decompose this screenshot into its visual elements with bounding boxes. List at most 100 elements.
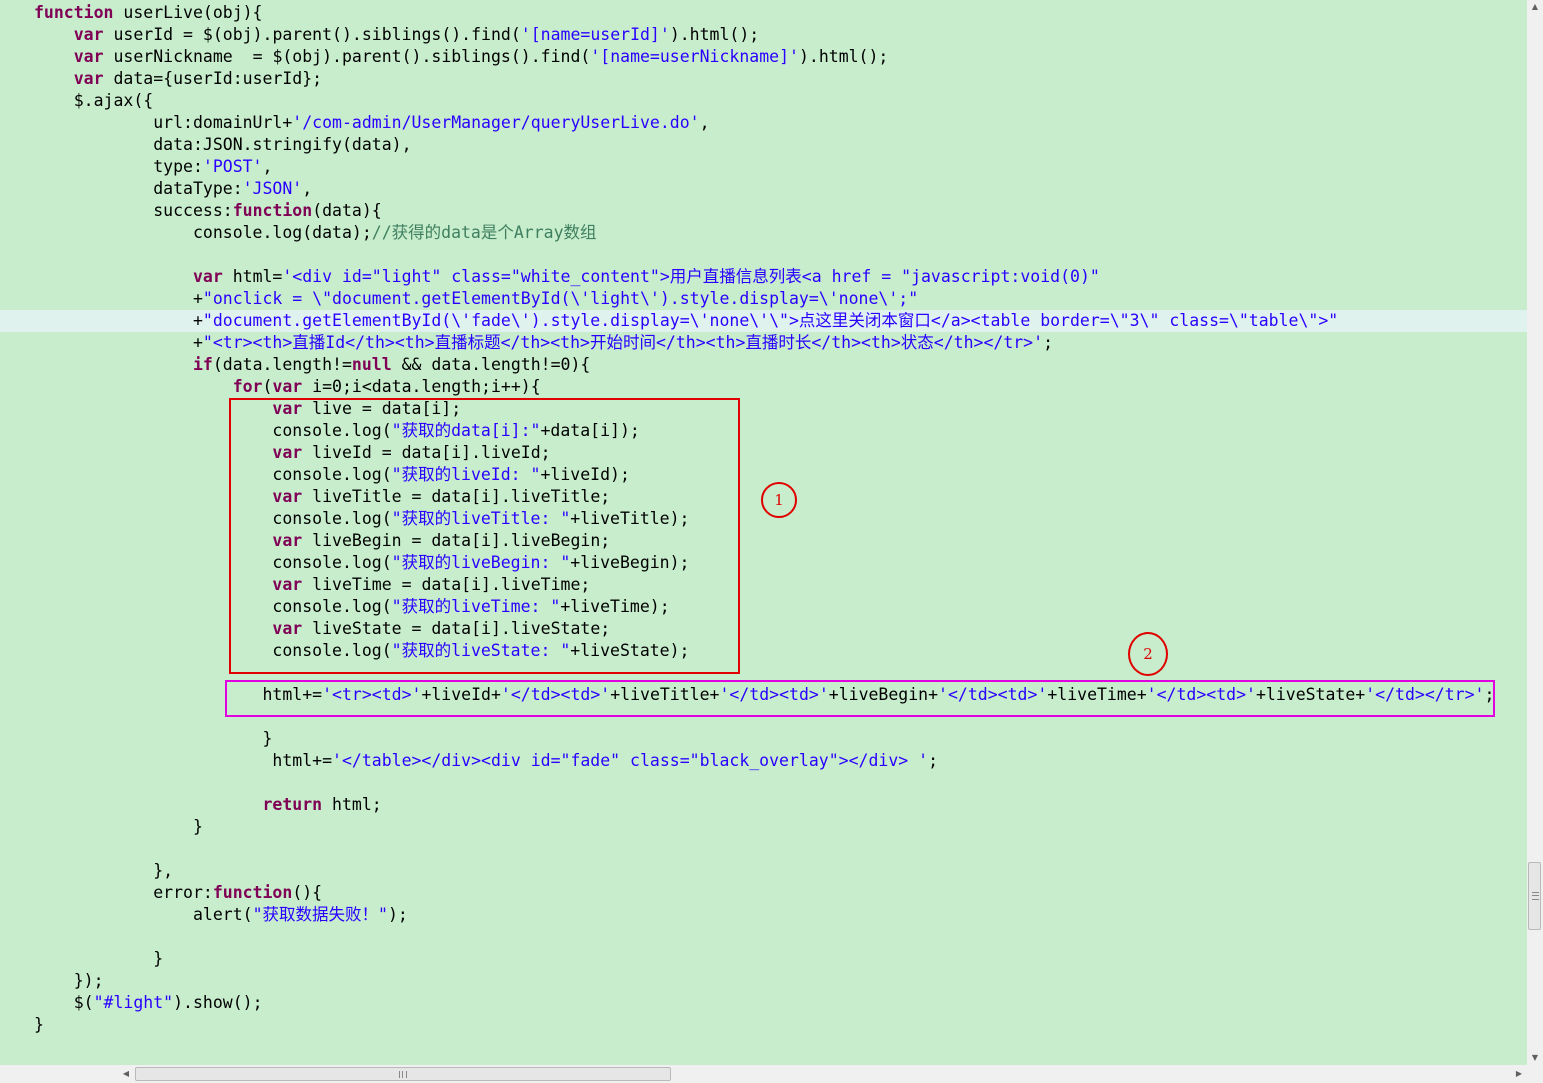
comment-token: //获得的data是个Array数组	[371, 223, 597, 242]
code-line[interactable]: }	[0, 948, 1527, 970]
vertical-scrollbar[interactable]: ▲ ▼	[1527, 0, 1543, 1065]
string-token: '</table></div><div id="fade" class="bla…	[332, 751, 929, 770]
string-token: "#light"	[93, 993, 174, 1012]
string-token: '[name=userId]'	[520, 25, 670, 44]
string-token: "<tr><th>直播Id</th><th>直播标题</th><th>开始时间<…	[202, 333, 1044, 352]
code-token: dataType:	[153, 179, 243, 198]
code-line[interactable]: data:JSON.stringify(data),	[0, 134, 1527, 156]
code-token: html=	[222, 267, 283, 286]
code-token: );	[387, 905, 408, 924]
scroll-left-icon[interactable]: ◀	[118, 1065, 134, 1083]
code-line[interactable]: +"<tr><th>直播Id</th><th>直播标题</th><th>开始时间…	[0, 332, 1527, 354]
code-line[interactable]: dataType:'JSON',	[0, 178, 1527, 200]
grip-icon	[399, 1071, 407, 1078]
scroll-up-icon[interactable]: ▲	[1527, 0, 1543, 14]
horizontal-scrollbar[interactable]: ◀ ▶	[0, 1065, 1527, 1083]
string-token: '<div id="light" class="white_content">用…	[282, 267, 1100, 286]
code-token: }	[192, 817, 203, 836]
code-line[interactable]: }	[0, 1014, 1527, 1036]
code-token: alert(	[192, 905, 253, 924]
code-line[interactable]: function userLive(obj){	[0, 2, 1527, 24]
code-line[interactable]: $.ajax({	[0, 90, 1527, 112]
code-line[interactable]: type:'POST',	[0, 156, 1527, 178]
code-line[interactable]: }	[0, 728, 1527, 750]
code-editor[interactable]: function userLive(obj){ var userId = $(o…	[0, 0, 1527, 1065]
code-line[interactable]: }	[0, 816, 1527, 838]
scrollbar-corner	[1527, 1065, 1543, 1083]
code-line[interactable]: error:function(){	[0, 882, 1527, 904]
code-token: userLive(obj){	[113, 3, 263, 22]
code-token: }	[153, 949, 164, 968]
scroll-down-icon[interactable]: ▼	[1527, 1051, 1543, 1065]
code-token: ,	[262, 157, 273, 176]
code-token: userNickname = $(obj).parent().siblings(…	[103, 47, 591, 66]
code-line[interactable]: return html;	[0, 794, 1527, 816]
code-line[interactable]: var html='<div id="light" class="white_c…	[0, 266, 1527, 288]
code-token: ;	[928, 751, 938, 770]
string-token: "onclick = \"document.getElementById(\'l…	[202, 289, 919, 308]
code-line[interactable]: success:function(data){	[0, 200, 1527, 222]
code-token: success:	[153, 201, 233, 220]
code-line[interactable]: if(data.length!=null && data.length!=0){	[0, 354, 1527, 376]
string-token: 'POST'	[202, 157, 263, 176]
code-line[interactable]	[0, 838, 1527, 860]
highlight-box-2	[225, 680, 1495, 717]
keyword-token: var	[192, 267, 223, 286]
code-line[interactable]: });	[0, 970, 1527, 992]
code-token: i=0;i<data.length;i++){	[302, 377, 541, 396]
annotation-marker-2: 2	[1128, 632, 1168, 676]
horizontal-scroll-thumb[interactable]	[135, 1067, 671, 1081]
code-token: url:domainUrl+	[153, 113, 293, 132]
keyword-token: var	[73, 69, 104, 88]
code-token: (	[262, 377, 273, 396]
code-token: (data){	[312, 201, 382, 220]
code-line[interactable]: html+='</table></div><div id="fade" clas…	[0, 750, 1527, 772]
string-token: "document.getElementById(\'fade\').style…	[202, 311, 1339, 330]
code-line[interactable]: $("#light").show();	[0, 992, 1527, 1014]
string-token: '[name=userNickname]'	[590, 47, 799, 66]
code-token: ,	[302, 179, 313, 198]
code-line[interactable]: alert("获取数据失败！");	[0, 904, 1527, 926]
code-token: ).show();	[173, 993, 263, 1012]
code-line[interactable]	[0, 772, 1527, 794]
code-token: ).html();	[669, 25, 760, 44]
code-line[interactable]: url:domainUrl+'/com-admin/UserManager/qu…	[0, 112, 1527, 134]
code-token: error:	[153, 883, 213, 902]
code-token: ,	[699, 113, 710, 132]
code-token: +	[192, 289, 203, 308]
string-token: "获取数据失败！"	[252, 905, 388, 924]
code-line[interactable]	[0, 244, 1527, 266]
code-line[interactable]	[0, 926, 1527, 948]
annotation-label-2: 2	[1143, 645, 1153, 663]
code-line[interactable]: console.log(data);//获得的data是个Array数组	[0, 222, 1527, 244]
keyword-token: for	[232, 377, 263, 396]
code-line[interactable]: var userId = $(obj).parent().siblings().…	[0, 24, 1527, 46]
code-token: (){	[292, 883, 323, 902]
keyword-token: var	[73, 25, 104, 44]
code-line[interactable]: for(var i=0;i<data.length;i++){	[0, 376, 1527, 398]
code-token: },	[153, 861, 174, 880]
code-token: type:	[153, 157, 203, 176]
code-line[interactable]: var data={userId:userId};	[0, 68, 1527, 90]
code-token: ).html();	[798, 47, 889, 66]
code-line[interactable]: },	[0, 860, 1527, 882]
scroll-right-icon[interactable]: ▶	[1511, 1065, 1527, 1083]
code-line[interactable]: var userNickname = $(obj).parent().sibli…	[0, 46, 1527, 68]
code-line[interactable]: +"document.getElementById(\'fade\').styl…	[0, 310, 1527, 332]
highlight-box-1	[229, 398, 740, 674]
annotation-marker-1: 1	[761, 482, 797, 518]
code-line[interactable]: +"onclick = \"document.getElementById(\'…	[0, 288, 1527, 310]
code-token: console.log(data);	[192, 223, 372, 242]
vertical-scroll-thumb[interactable]	[1528, 862, 1541, 930]
code-token: userId = $(obj).parent().siblings().find…	[103, 25, 521, 44]
